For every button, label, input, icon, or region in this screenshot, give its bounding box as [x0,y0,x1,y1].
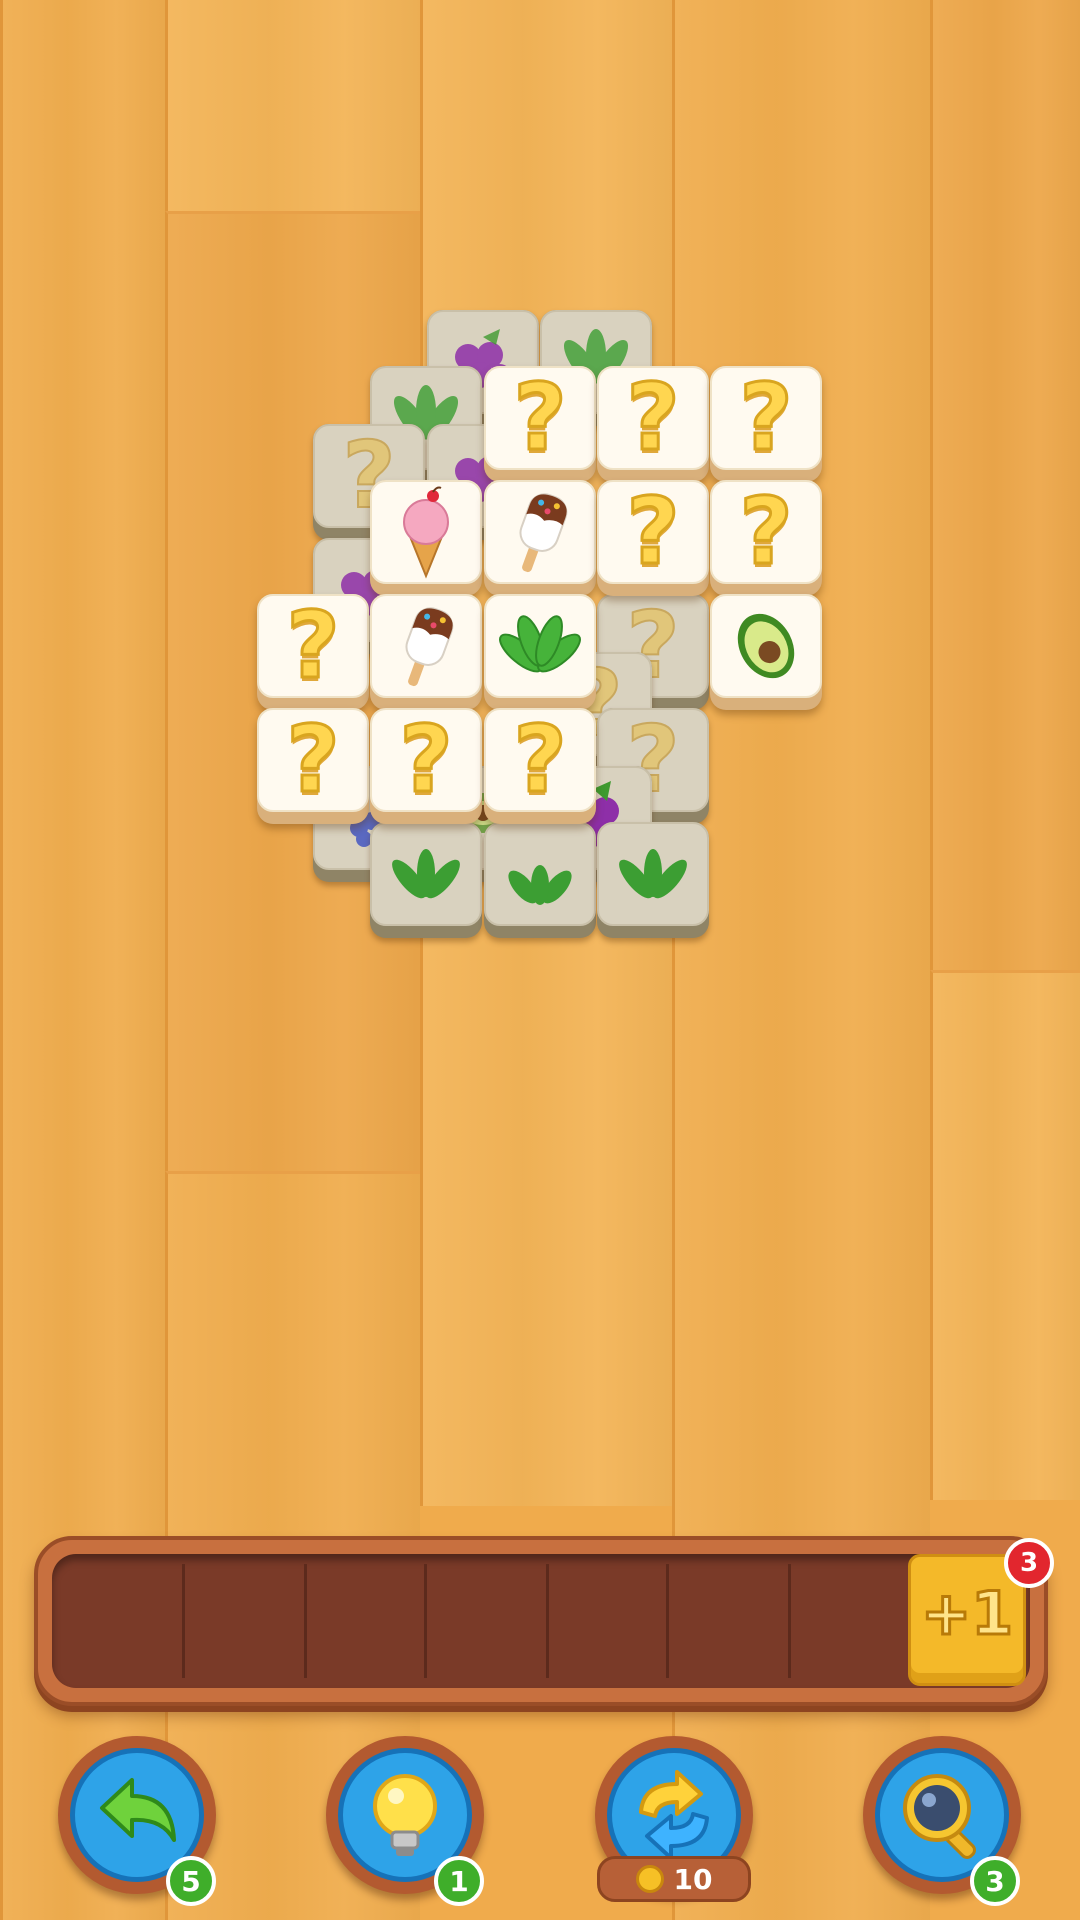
add-slot-count-badge: 3 [1004,1538,1054,1588]
lightbulb-icon [373,1774,437,1856]
popsicle-icon [405,607,454,687]
tile-covered-leaves [484,822,596,938]
tile-avocado[interactable] [710,594,822,710]
tile-hidden[interactable]: ? [484,708,596,824]
magnifier-count-badge: 3 [970,1856,1020,1906]
tile-covered-leaves [597,822,709,938]
tile-hidden[interactable]: ? [257,594,369,710]
tile-leaves[interactable] [484,594,596,710]
shuffle-cost: 10 [597,1856,751,1902]
magnifier-icon [903,1774,976,1859]
ice-cream-icon [403,486,449,579]
tile-popsicle[interactable] [370,594,482,710]
tile-hidden[interactable]: ? [597,366,709,482]
undo-count-badge: 5 [166,1856,216,1906]
tile-hidden[interactable]: ? [710,366,822,482]
tile-tray [34,1536,1048,1706]
tile-hidden[interactable]: ? [257,708,369,824]
popsicle-icon [519,493,568,573]
tile-popsicle[interactable] [484,480,596,596]
tile-hidden[interactable]: ? [370,708,482,824]
leaves-icon [508,865,572,905]
leaves-icon [392,849,460,899]
shuffle-cost-value: 10 [673,1862,713,1896]
shuffle-arrows-icon [639,1770,709,1860]
add-slot-label: +1 [919,1578,1014,1651]
avocado-icon [737,613,795,679]
hint-count-badge: 1 [434,1856,484,1906]
tile-ice-cream[interactable] [370,480,482,596]
tile-hidden[interactable]: ? [710,480,822,596]
coin-icon [635,1865,664,1893]
tile-hidden[interactable]: ? [597,480,709,596]
tile-covered-leaves [370,822,482,938]
tray-slots [52,1554,1030,1688]
tile-board: ? ? ? ? ? ? ? ? ? ? ? ? ? [0,0,1080,1000]
tile-hidden[interactable]: ? [484,366,596,482]
leaves-icon [619,849,687,899]
undo-arrow-icon [100,1778,176,1842]
leaves-icon [499,615,581,673]
